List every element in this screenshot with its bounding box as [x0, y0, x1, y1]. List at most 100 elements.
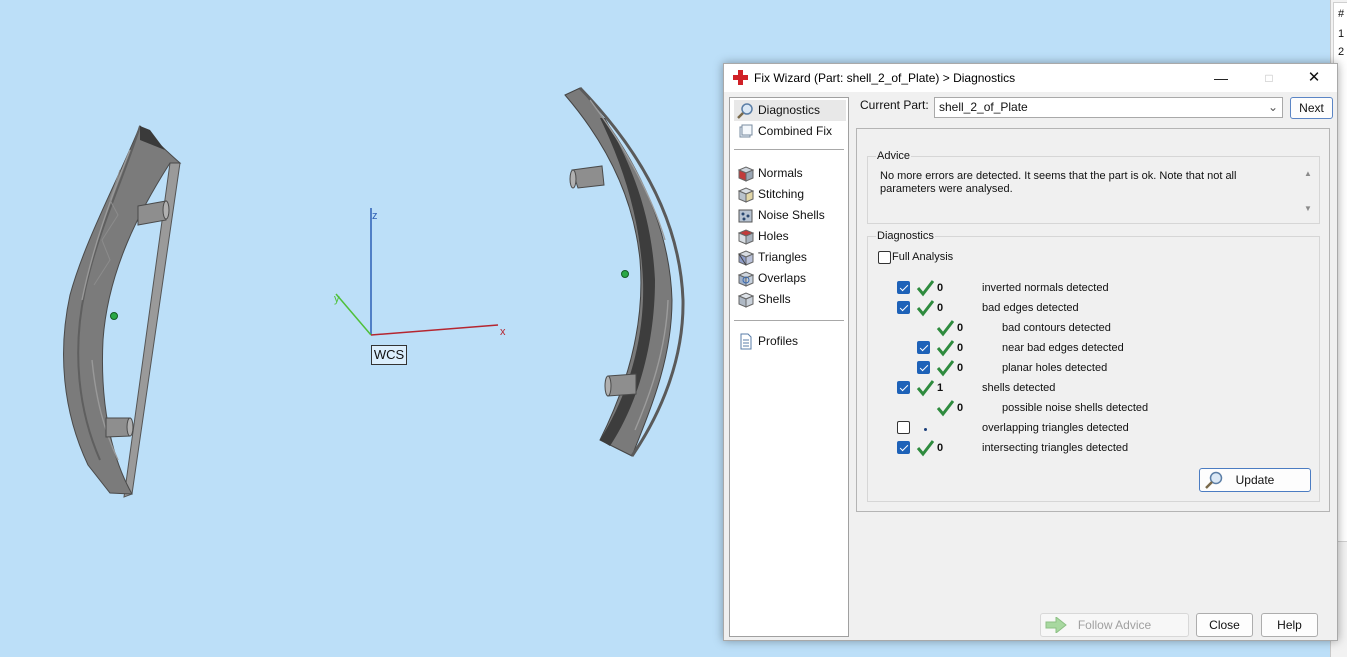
normals-cube-icon: [737, 165, 755, 182]
row-count: 0: [957, 342, 964, 354]
nav-item-stitching[interactable]: Stitching: [734, 184, 846, 205]
help-button[interactable]: Help: [1261, 613, 1318, 637]
row-checkbox[interactable]: [917, 341, 930, 354]
nav-item-overlaps[interactable]: Overlaps: [734, 268, 846, 289]
next-button[interactable]: Next: [1290, 97, 1333, 119]
nav-item-label: Stitching: [758, 187, 805, 201]
wcs-label: WCS: [371, 345, 407, 365]
green-check-icon: [916, 379, 935, 397]
close-button[interactable]: Close: [1196, 613, 1253, 637]
right-shell-model[interactable]: [564, 86, 685, 457]
nav-item-triangles[interactable]: Triangles: [734, 247, 846, 268]
row-checkbox[interactable]: [917, 361, 930, 374]
row-count: 0: [937, 302, 944, 314]
advice-title: Advice: [876, 150, 912, 162]
row-label: possible noise shells detected: [1002, 402, 1149, 414]
wizard-nav: Diagnostics Combined Fix Normals Stitchi…: [729, 97, 849, 637]
holes-icon: [737, 228, 755, 245]
nav-item-label: Noise Shells: [758, 208, 825, 222]
nav-separator: [734, 149, 844, 150]
nav-item-label: Normals: [758, 166, 803, 180]
current-part-label: Current Part:: [860, 98, 929, 112]
magnifier-icon: [737, 102, 754, 119]
advice-text: No more errors are detected. It seems th…: [880, 170, 1237, 195]
nav-item-combined-fix[interactable]: Combined Fix: [734, 121, 846, 142]
green-check-icon: [936, 359, 955, 377]
diagnostic-row: 0 planar holes detected: [868, 359, 1318, 379]
green-check-icon: [936, 339, 955, 357]
diagnostic-row: 0 bad contours detected: [868, 319, 1318, 339]
left-shell-model[interactable]: [63, 125, 182, 498]
not-analysed-dot-icon: [924, 428, 927, 431]
profiles-document-icon: [737, 333, 754, 350]
nav-item-profiles[interactable]: Profiles: [734, 331, 846, 352]
row-checkbox[interactable]: [897, 421, 910, 434]
side-text-2: 2: [1338, 46, 1345, 58]
full-analysis-checkbox[interactable]: [878, 251, 891, 264]
row-checkbox[interactable]: [897, 381, 910, 394]
row-count: 1: [937, 382, 944, 394]
row-checkbox[interactable]: [897, 281, 910, 294]
diagnostics-title: Diagnostics: [876, 230, 935, 242]
green-check-icon: [936, 399, 955, 417]
row-count: 0: [957, 402, 964, 414]
advice-scrollbar[interactable]: ▲ ▼: [1302, 169, 1314, 213]
full-analysis-label: Full Analysis: [892, 251, 954, 263]
chevron-down-icon: ⌄: [1267, 100, 1278, 114]
nav-item-noise-shells[interactable]: Noise Shells: [734, 205, 846, 226]
arrow-right-icon: [1045, 615, 1067, 640]
row-label: intersecting triangles detected: [982, 442, 1129, 454]
diagnostic-row: 0 inverted normals detected: [868, 279, 1318, 299]
row-count: 0: [957, 362, 964, 374]
row-label: inverted normals detected: [982, 282, 1109, 294]
nav-item-label: Profiles: [758, 334, 799, 348]
row-count: 0: [937, 442, 944, 454]
row-label: bad edges detected: [982, 302, 1079, 314]
nav-item-shells[interactable]: Shells: [734, 289, 846, 310]
diagnostics-group: Diagnostics Full Analysis 0 inverted nor…: [867, 230, 1320, 502]
window-close-button[interactable]: ✕: [1291, 64, 1337, 92]
advice-group: Advice No more errors are detected. It s…: [867, 150, 1320, 224]
green-check-icon: [936, 319, 955, 337]
diagnostic-row: 0 intersecting triangles detected: [868, 439, 1318, 459]
maximize-button[interactable]: □: [1246, 64, 1292, 92]
side-text-1: 1: [1338, 28, 1345, 40]
diagnostic-row: overlapping triangles detected: [868, 419, 1318, 439]
nav-item-normals[interactable]: Normals: [734, 163, 846, 184]
overlaps-icon: [737, 270, 755, 287]
row-count: 0: [937, 282, 944, 294]
update-label: Update: [1235, 473, 1275, 487]
wcs-axes: z y x: [334, 208, 506, 338]
scroll-up-icon[interactable]: ▲: [1302, 169, 1314, 178]
red-cross-app-icon: [733, 70, 748, 88]
axis-z-label: z: [372, 210, 378, 222]
magnifier-icon: [1204, 471, 1224, 496]
row-label: shells detected: [982, 382, 1056, 394]
title-bar[interactable]: Fix Wizard (Part: shell_2_of_Plate) > Di…: [724, 64, 1337, 92]
triangles-icon: [737, 249, 755, 266]
follow-advice-button[interactable]: Follow Advice: [1040, 613, 1189, 637]
shells-icon: [737, 291, 755, 308]
row-label: overlapping triangles detected: [982, 422, 1129, 434]
row-label: near bad edges detected: [1002, 342, 1124, 354]
row-label: bad contours detected: [1002, 322, 1111, 334]
update-button[interactable]: Update: [1199, 468, 1311, 492]
green-check-icon: [916, 299, 935, 317]
row-label: planar holes detected: [1002, 362, 1108, 374]
diagnostic-row: 0 near bad edges detected: [868, 339, 1318, 359]
nav-item-label: Holes: [758, 229, 789, 243]
follow-advice-label: Follow Advice: [1077, 618, 1152, 632]
row-count: 0: [957, 322, 964, 334]
nav-item-label: Shells: [758, 292, 791, 306]
scroll-down-icon[interactable]: ▼: [1302, 204, 1314, 213]
current-part-select[interactable]: shell_2_of_Plate ⌄: [934, 97, 1283, 118]
axis-y-label: y: [334, 293, 340, 305]
nav-item-holes[interactable]: Holes: [734, 226, 846, 247]
row-checkbox[interactable]: [897, 441, 910, 454]
stitching-icon: [737, 186, 755, 203]
minimize-button[interactable]: —: [1198, 64, 1244, 92]
diagnostic-row: 1 shells detected: [868, 379, 1318, 399]
row-checkbox[interactable]: [897, 301, 910, 314]
nav-item-diagnostics[interactable]: Diagnostics: [734, 100, 846, 121]
current-part-value: shell_2_of_Plate: [939, 100, 1028, 114]
